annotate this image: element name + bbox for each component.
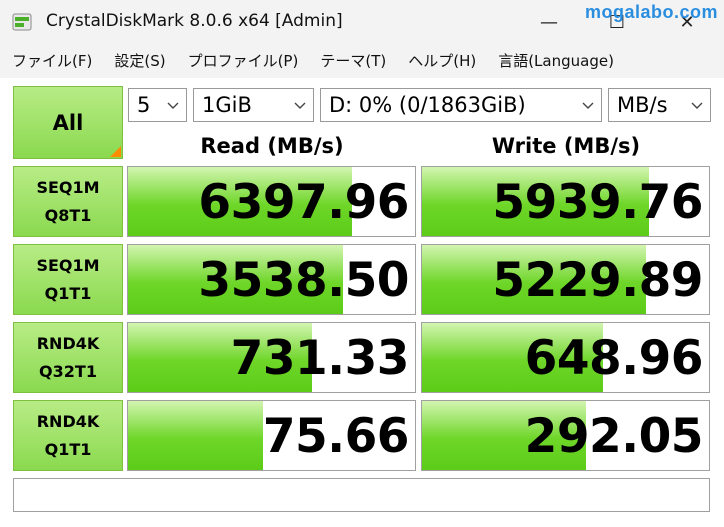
drive-value: D: 0% (0/1863GiB) — [329, 93, 526, 117]
test-rnd4k-q32t1-button[interactable]: RND4K Q32T1 — [13, 322, 123, 393]
test-name-line2: Q1T1 — [44, 283, 92, 303]
test-rnd4k-q1t1-button[interactable]: RND4K Q1T1 — [13, 400, 123, 471]
title-bar: CrystalDiskMark 8.0.6 x64 [Admin] — ☐ ✕ … — [0, 0, 724, 44]
test-count-value: 5 — [137, 93, 151, 117]
chevron-down-icon — [582, 102, 594, 109]
app-icon — [12, 13, 32, 31]
read-value: 6397.96 — [198, 175, 409, 230]
write-result: 5229.89 — [421, 244, 710, 315]
test-name-line1: RND4K — [36, 411, 100, 431]
write-result: 648.96 — [421, 322, 710, 393]
chevron-down-icon — [167, 102, 179, 109]
menu-profile[interactable]: プロファイル(P) — [188, 50, 299, 71]
test-name-line1: SEQ1M — [36, 177, 100, 197]
test-seq1m-q1t1-button[interactable]: SEQ1M Q1T1 — [13, 244, 123, 315]
test-size-value: 1GiB — [202, 93, 252, 117]
chevron-down-icon — [691, 102, 703, 109]
test-name-line2: Q8T1 — [44, 205, 92, 225]
write-value: 5939.76 — [492, 175, 703, 230]
menu-file[interactable]: ファイル(F) — [12, 50, 92, 71]
test-name-line2: Q32T1 — [39, 361, 97, 381]
read-header: Read (MB/s) — [200, 134, 344, 158]
write-header: Write (MB/s) — [491, 134, 641, 158]
drive-select[interactable]: D: 0% (0/1863GiB) — [320, 88, 602, 122]
read-value: 3538.50 — [198, 253, 409, 308]
read-result: 6397.96 — [127, 166, 416, 237]
minimize-icon: — — [540, 11, 558, 33]
window-title: CrystalDiskMark 8.0.6 x64 [Admin] — [46, 11, 343, 31]
write-result: 292.05 — [421, 400, 710, 471]
test-count-select[interactable]: 5 — [128, 88, 187, 122]
write-value: 5229.89 — [492, 253, 703, 308]
write-value: 648.96 — [524, 331, 704, 386]
read-value: 731.33 — [230, 331, 410, 386]
read-progress-bar — [128, 401, 263, 470]
menu-theme[interactable]: テーマ(T) — [320, 50, 386, 71]
menu-language[interactable]: 言語(Language) — [498, 50, 614, 71]
unit-value: MB/s — [617, 93, 668, 117]
minimize-button[interactable]: — — [526, 0, 572, 44]
chevron-down-icon — [294, 102, 306, 109]
test-name-line2: Q1T1 — [44, 439, 92, 459]
menu-bar: ファイル(F) 設定(S) プロファイル(P) テーマ(T) ヘルプ(H) 言語… — [0, 46, 724, 74]
read-result: 3538.50 — [127, 244, 416, 315]
read-result: 731.33 — [127, 322, 416, 393]
menu-help[interactable]: ヘルプ(H) — [408, 50, 476, 71]
all-button[interactable]: All — [13, 86, 123, 159]
test-seq1m-q8t1-button[interactable]: SEQ1M Q8T1 — [13, 166, 123, 237]
corner-marker-icon — [110, 146, 121, 157]
unit-select[interactable]: MB/s — [608, 88, 711, 122]
test-name-line1: SEQ1M — [36, 255, 100, 275]
watermark: mogalabo.com — [584, 2, 718, 22]
menu-settings[interactable]: 設定(S) — [114, 50, 165, 71]
all-button-label: All — [52, 110, 84, 135]
write-value: 292.05 — [524, 409, 704, 464]
test-name-line1: RND4K — [36, 333, 100, 353]
write-result: 5939.76 — [421, 166, 710, 237]
comment-input[interactable] — [13, 478, 710, 512]
read-value: 75.66 — [262, 409, 410, 464]
read-result: 75.66 — [127, 400, 416, 471]
test-size-select[interactable]: 1GiB — [193, 88, 314, 122]
